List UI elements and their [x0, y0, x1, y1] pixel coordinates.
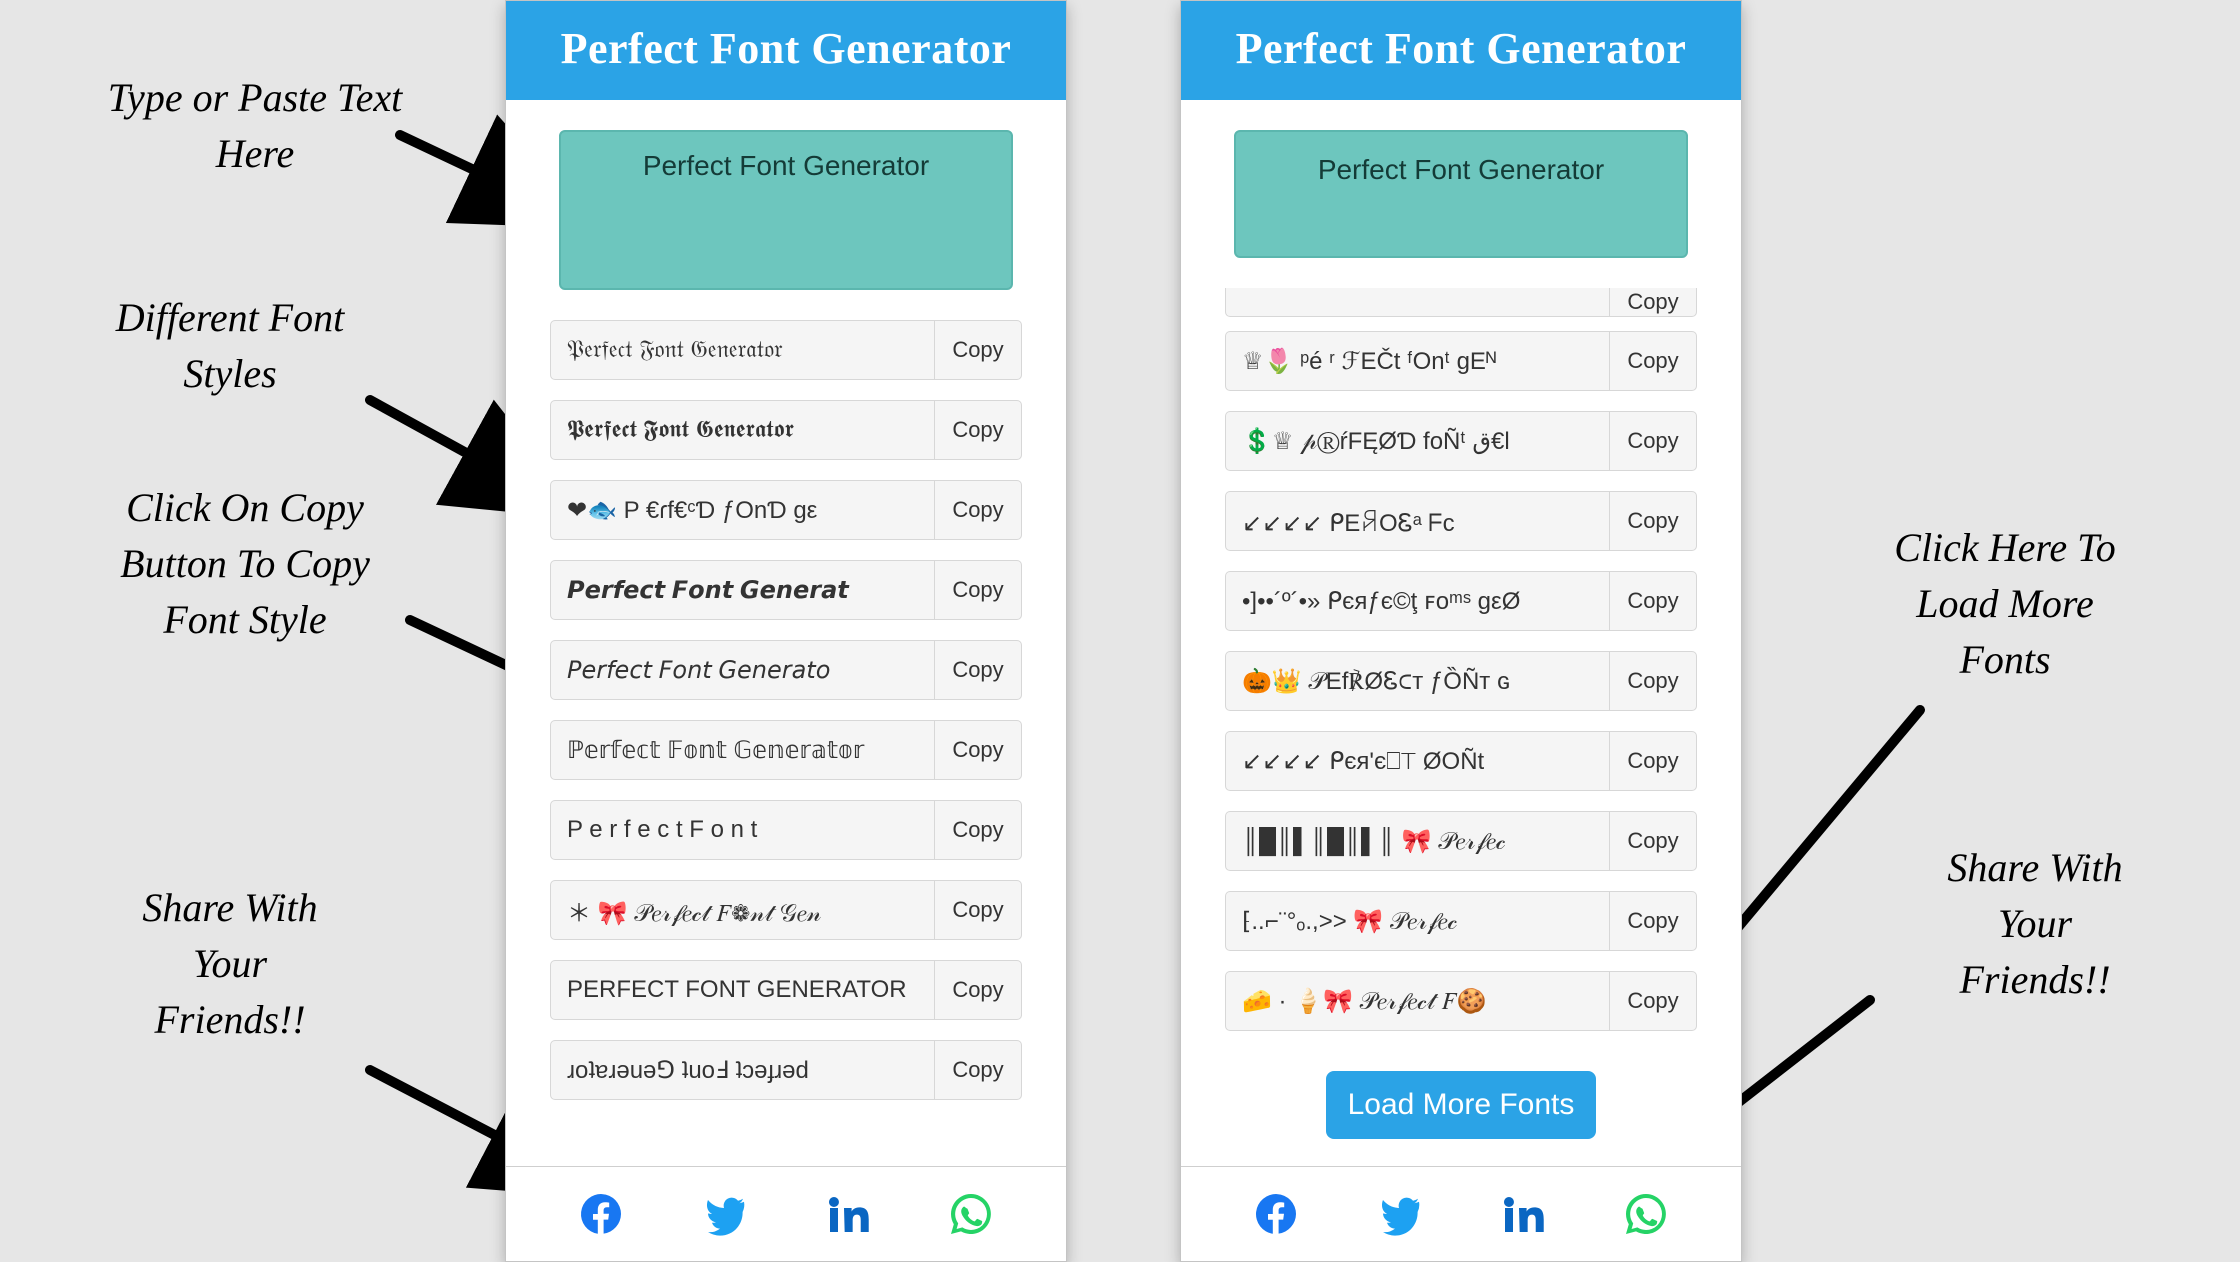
- twitter-icon[interactable]: [696, 1186, 752, 1242]
- font-sample: 💲♕ 𝓅ⓇŕFĘØƊ foÑᵗ ‎ق€l: [1226, 412, 1609, 470]
- font-row-partial: Copy: [1225, 288, 1697, 317]
- font-row: 𝕻𝖊𝖗𝖋𝖊𝖈𝖙 𝕱𝖔𝖓𝖙 𝕲𝖊𝖓𝖊𝖗𝖆𝖙𝖔𝖗Copy: [550, 400, 1022, 460]
- font-sample: ɹoʇɐɹǝuǝ⅁ ʇuoℲ ʇɔǝɟɹǝd: [551, 1041, 934, 1099]
- app-title: Perfect Font Generator: [506, 1, 1066, 100]
- font-sample: ♕🌷 ᵖé ʳ ℱEČt ᶠOnᵗ gEᴺ: [1226, 332, 1609, 390]
- copy-button[interactable]: Copy: [934, 321, 1021, 379]
- font-sample: 🧀 · 🍦🎀 𝒫𝑒𝓇𝒻𝑒𝒸𝓉 𝐹🍪: [1226, 972, 1609, 1030]
- font-row: ║█║▌║█║▌║ 🎀 𝒫𝑒𝓇𝒻𝑒𝒸Copy: [1225, 811, 1697, 871]
- font-result-list: 𝔓𝔢𝔯𝔣𝔢𝔠𝔱 𝔉𝔬𝔫𝔱 𝔊𝔢𝔫𝔢𝔯𝔞𝔱𝔬𝔯Copy𝕻𝖊𝖗𝖋𝖊𝖈𝖙 𝕱𝖔𝖓𝖙 𝕲…: [506, 320, 1066, 1100]
- text-input[interactable]: Perfect Font Generator: [559, 130, 1013, 290]
- font-sample: 𝙋𝙚𝙧𝙛𝙚𝙘𝙩 𝙁𝙤𝙣𝙩 𝙂𝙚𝙣𝙚𝙧𝙖𝙩: [551, 561, 934, 619]
- font-row: ＊ 🎀 𝒫𝑒𝓇𝒻𝑒𝒸𝓉 𝐹❁𝓃𝓉 𝒢𝑒𝓃Copy: [550, 880, 1022, 940]
- font-sample: ℙ𝕖𝕣𝕗𝕖𝕔𝕥 𝔽𝕠𝕟𝕥 𝔾𝕖𝕟𝕖𝕣𝕒𝕥𝕠𝕣: [551, 721, 934, 779]
- copy-button[interactable]: Copy: [934, 401, 1021, 459]
- copy-button[interactable]: Copy: [934, 1041, 1021, 1099]
- screenshot-left: Perfect Font Generator Perfect Font Gene…: [505, 0, 1067, 1262]
- facebook-icon[interactable]: [573, 1186, 629, 1242]
- font-sample: PERFECT FONT GENERATOR: [551, 961, 934, 1019]
- copy-button[interactable]: Copy: [1609, 288, 1696, 316]
- font-row: 𝙋𝙚𝙧𝙛𝙚𝙘𝙩 𝙁𝙤𝙣𝙩 𝙂𝙚𝙣𝙚𝙧𝙖𝙩Copy: [550, 560, 1022, 620]
- copy-button[interactable]: Copy: [934, 721, 1021, 779]
- copy-button[interactable]: Copy: [1609, 652, 1696, 710]
- copy-button[interactable]: Copy: [1609, 572, 1696, 630]
- text-input[interactable]: Perfect Font Generator: [1234, 130, 1688, 258]
- font-sample: ║█║▌║█║▌║ 🎀 𝒫𝑒𝓇𝒻𝑒𝒸: [1226, 812, 1609, 870]
- font-row: ↙↙↙↙ ᑭEꋪOᏋᵃ ᖴcCopy: [1225, 491, 1697, 551]
- share-bar: [1181, 1166, 1741, 1261]
- copy-button[interactable]: Copy: [934, 481, 1021, 539]
- font-row: ⁅..⌐¨°ₒ.,>> 🎀 𝒫𝑒𝓇𝒻𝑒𝒸Copy: [1225, 891, 1697, 951]
- copy-button[interactable]: Copy: [1609, 492, 1696, 550]
- font-row: 🧀 · 🍦🎀 𝒫𝑒𝓇𝒻𝑒𝒸𝓉 𝐹🍪Copy: [1225, 971, 1697, 1031]
- copy-button[interactable]: Copy: [934, 801, 1021, 859]
- whatsapp-icon[interactable]: [943, 1186, 999, 1242]
- font-row: ↙↙↙↙ ᑭєя'є⎕⊤ ØOÑtCopy: [1225, 731, 1697, 791]
- linkedin-icon[interactable]: [1495, 1186, 1551, 1242]
- font-row: ℙ𝕖𝕣𝕗𝕖𝕔𝕥 𝔽𝕠𝕟𝕥 𝔾𝕖𝕟𝕖𝕣𝕒𝕥𝕠𝕣Copy: [550, 720, 1022, 780]
- font-sample: •]••´º´•» ᑭєяƒє©ţ ꜰᴏᵐˢ gεØ: [1226, 572, 1609, 630]
- font-row: ♕🌷 ᵖé ʳ ℱEČt ᶠOnᵗ gEᴺCopy: [1225, 331, 1697, 391]
- annotation-share-left: Share WithYourFriends!!: [80, 880, 380, 1048]
- font-row: 𝘗𝘦𝘳𝘧𝘦𝘤𝘵 𝘍𝘰𝘯𝘵 𝘎𝘦𝘯𝘦𝘳𝘢𝘵𝘰Copy: [550, 640, 1022, 700]
- font-sample: ↙↙↙↙ ᑭEꋪOᏋᵃ ᖴc: [1226, 492, 1609, 550]
- font-result-list: ♕🌷 ᵖé ʳ ℱEČt ᶠOnᵗ gEᴺCopy💲♕ 𝓅ⓇŕFĘØƊ foÑᵗ…: [1181, 331, 1741, 1031]
- font-sample: 🎃👑 𝒫Ef℟ØᏋ⊂т ƒȌÑт ɢ: [1226, 652, 1609, 710]
- font-row: •]••´º´•» ᑭєяƒє©ţ ꜰᴏᵐˢ gεØCopy: [1225, 571, 1697, 631]
- facebook-icon[interactable]: [1248, 1186, 1304, 1242]
- copy-button[interactable]: Copy: [1609, 892, 1696, 950]
- font-sample: ＊ 🎀 𝒫𝑒𝓇𝒻𝑒𝒸𝓉 𝐹❁𝓃𝓉 𝒢𝑒𝓃: [551, 881, 934, 939]
- font-sample: ⁅..⌐¨°ₒ.,>> 🎀 𝒫𝑒𝓇𝒻𝑒𝒸: [1226, 892, 1609, 950]
- copy-button[interactable]: Copy: [934, 561, 1021, 619]
- screenshot-right: Perfect Font Generator Perfect Font Gene…: [1180, 0, 1742, 1262]
- twitter-icon[interactable]: [1371, 1186, 1427, 1242]
- annotation-share-right: Share WithYourFriends!!: [1870, 840, 2200, 1008]
- font-row: ɹoʇɐɹǝuǝ⅁ ʇuoℲ ʇɔǝɟɹǝdCopy: [550, 1040, 1022, 1100]
- copy-button[interactable]: Copy: [934, 961, 1021, 1019]
- font-sample: 𝔓𝔢𝔯𝔣𝔢𝔠𝔱 𝔉𝔬𝔫𝔱 𝔊𝔢𝔫𝔢𝔯𝔞𝔱𝔬𝔯: [551, 321, 934, 379]
- font-sample: 𝘗𝘦𝘳𝘧𝘦𝘤𝘵 𝘍𝘰𝘯𝘵 𝘎𝘦𝘯𝘦𝘳𝘢𝘵𝘰: [551, 641, 934, 699]
- annotation-styles: Different FontStyles: [30, 290, 430, 402]
- annotation-copy-btn: Click On CopyButton To CopyFont Style: [60, 480, 430, 648]
- annotation-load-more: Click Here ToLoad MoreFonts: [1830, 520, 2180, 688]
- whatsapp-icon[interactable]: [1618, 1186, 1674, 1242]
- font-row: PERFECT FONT GENERATORCopy: [550, 960, 1022, 1020]
- font-sample: ❤🐟 P €ɾf€ᶜƊ ƒOnƊ gε: [551, 481, 934, 539]
- annotation-type-here: Type or Paste TextHere: [30, 70, 480, 182]
- font-sample: P e r f e c t F o n t: [551, 801, 934, 859]
- font-row: 💲♕ 𝓅ⓇŕFĘØƊ foÑᵗ ‎ق€lCopy: [1225, 411, 1697, 471]
- font-row: 𝔓𝔢𝔯𝔣𝔢𝔠𝔱 𝔉𝔬𝔫𝔱 𝔊𝔢𝔫𝔢𝔯𝔞𝔱𝔬𝔯Copy: [550, 320, 1022, 380]
- copy-button[interactable]: Copy: [1609, 972, 1696, 1030]
- linkedin-icon[interactable]: [820, 1186, 876, 1242]
- font-row: 🎃👑 𝒫Ef℟ØᏋ⊂т ƒȌÑт ɢCopy: [1225, 651, 1697, 711]
- copy-button[interactable]: Copy: [934, 641, 1021, 699]
- copy-button[interactable]: Copy: [1609, 412, 1696, 470]
- copy-button[interactable]: Copy: [1609, 812, 1696, 870]
- app-title: Perfect Font Generator: [1181, 1, 1741, 100]
- copy-button[interactable]: Copy: [934, 881, 1021, 939]
- copy-button[interactable]: Copy: [1609, 332, 1696, 390]
- share-bar: [506, 1166, 1066, 1261]
- font-sample: ↙↙↙↙ ᑭєя'є⎕⊤ ØOÑt: [1226, 732, 1609, 790]
- font-row: P e r f e c t F o n tCopy: [550, 800, 1022, 860]
- font-row: ❤🐟 P €ɾf€ᶜƊ ƒOnƊ gεCopy: [550, 480, 1022, 540]
- font-sample: 𝕻𝖊𝖗𝖋𝖊𝖈𝖙 𝕱𝖔𝖓𝖙 𝕲𝖊𝖓𝖊𝖗𝖆𝖙𝖔𝖗: [551, 401, 934, 459]
- copy-button[interactable]: Copy: [1609, 732, 1696, 790]
- load-more-button[interactable]: Load More Fonts: [1326, 1071, 1596, 1139]
